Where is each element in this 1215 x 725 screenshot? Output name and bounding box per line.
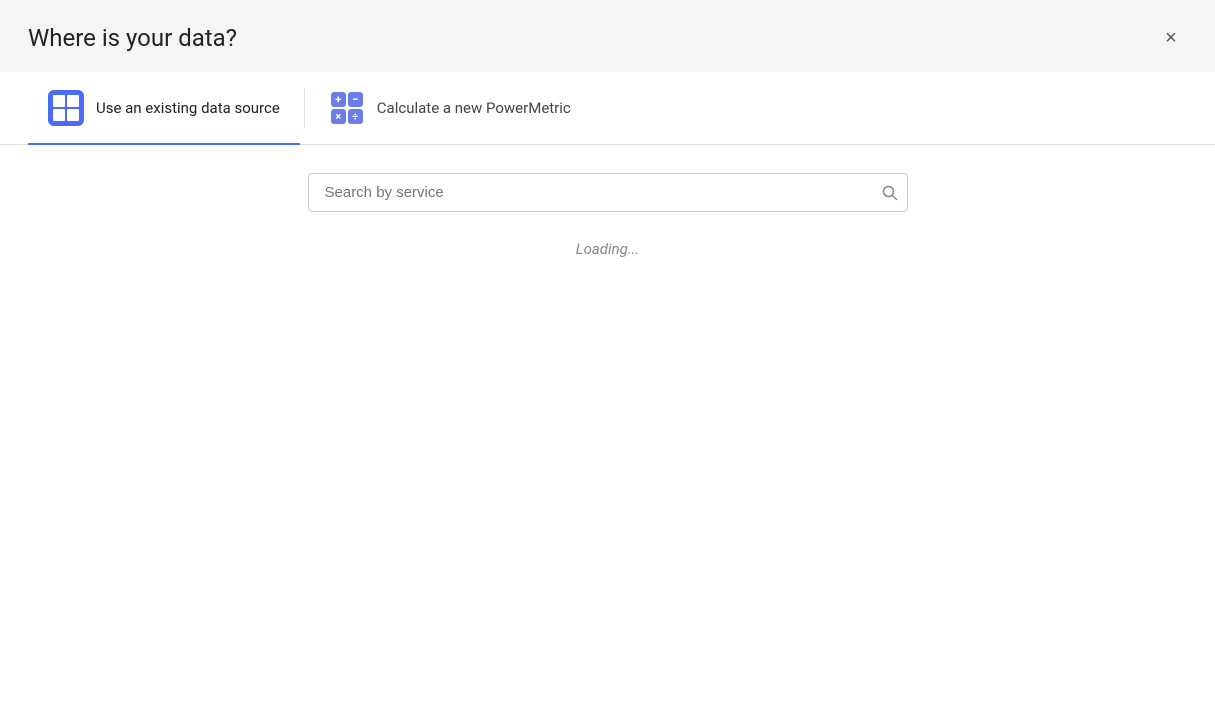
search-icon xyxy=(882,185,898,201)
tab-divider xyxy=(304,88,305,128)
close-button[interactable]: × xyxy=(1155,22,1187,54)
calc-minus: − xyxy=(348,92,363,107)
tab-existing-label: Use an existing data source xyxy=(96,99,280,117)
tabs-row: Use an existing data source + − × ÷ Calc… xyxy=(0,72,1215,145)
modal-title: Where is your data? xyxy=(28,24,237,52)
tab-new-label: Calculate a new PowerMetric xyxy=(377,99,571,117)
calc-multiply: × xyxy=(331,109,346,124)
modal-container: Where is your data? × Use an existing da… xyxy=(0,0,1215,725)
search-button[interactable] xyxy=(882,185,898,201)
tab-new-powermetric[interactable]: + − × ÷ Calculate a new PowerMetric xyxy=(309,72,591,144)
modal-header: Where is your data? × xyxy=(0,0,1215,72)
calculator-icon: + − × ÷ xyxy=(329,90,365,126)
loading-status: Loading... xyxy=(576,240,640,258)
search-input[interactable] xyxy=(308,173,908,212)
calc-divide: ÷ xyxy=(348,109,363,124)
calc-plus: + xyxy=(331,92,346,107)
modal-body: Loading... xyxy=(0,145,1215,725)
tab-existing-datasource[interactable]: Use an existing data source xyxy=(28,72,300,144)
search-container xyxy=(308,173,908,212)
grid-icon xyxy=(48,90,84,126)
